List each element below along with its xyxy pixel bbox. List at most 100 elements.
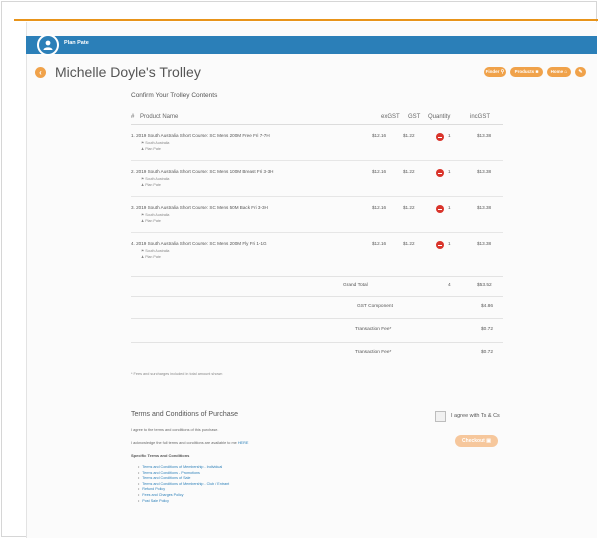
totals-divider — [131, 276, 503, 277]
flag-icon: ⚑ — [141, 177, 145, 181]
grand-total-quantity: 4 — [448, 283, 451, 288]
product-name: 2. 2019 South Australia Short Course: SC… — [131, 169, 274, 174]
row-exgst: $12.16 — [372, 205, 387, 210]
col-header-product: Product Name — [140, 114, 179, 120]
row-gst: $1.22 — [403, 241, 415, 246]
terms-acknowledge-text: I acknowledge the full terms and conditi… — [131, 441, 248, 445]
row-product-name: 2019 South Australia Short Course: SC Me… — [136, 241, 267, 246]
row-exgst: $12.16 — [372, 133, 387, 138]
shopping-bag-icon: ■ — [535, 69, 539, 75]
row-product-name: 2019 South Australia Short Course: SC Me… — [136, 133, 270, 138]
person-icon: ♟ — [141, 255, 145, 259]
row-state-text: South Australia — [145, 249, 170, 253]
row-state-text: South Australia — [145, 213, 170, 217]
person-icon: ♟ — [141, 147, 145, 151]
grand-total-label: Grand Total — [343, 283, 368, 288]
product-name: 1. 2019 South Australia Short Course: SC… — [131, 133, 270, 138]
checkout-button-label: Checkout — [462, 438, 485, 444]
checkout-button[interactable]: Checkout ▣ — [455, 435, 498, 447]
remove-item-button[interactable] — [436, 169, 444, 177]
person-icon: ♟ — [141, 219, 145, 223]
row-person-text: Plan Pate — [145, 147, 161, 151]
row-person-text: Plan Pate — [145, 183, 161, 187]
finder-button-label: Finder — [485, 69, 500, 74]
remove-item-button[interactable] — [436, 205, 444, 213]
row-index: 4. — [131, 241, 135, 246]
row-state: ⚑ South Australia — [141, 213, 169, 217]
col-header-exgst: exGST — [381, 114, 400, 120]
row-exgst: $12.16 — [372, 241, 387, 246]
table-row: 1. 2019 South Australia Short Course: SC… — [131, 133, 503, 168]
grand-total-value: $53.52 — [477, 283, 492, 288]
specific-terms-heading: Specific Terms and Conditions — [131, 453, 190, 458]
col-header-quantity: Quantity — [428, 114, 451, 120]
brand-name: Plan Pate — [64, 40, 89, 46]
row-person: ♟ Plan Pate — [141, 147, 161, 151]
row-state: ⚑ South Australia — [141, 177, 169, 181]
home-button[interactable]: Home ⌂ — [547, 67, 571, 77]
row-index: 1. — [131, 133, 135, 138]
post-sale-policy-link[interactable]: Post Sale Policy — [138, 499, 229, 505]
row-quantity: 1 — [448, 241, 451, 246]
row-index: 2. — [131, 169, 135, 174]
top-accent-line — [14, 19, 598, 21]
row-person: ♟ Plan Pate — [141, 183, 161, 187]
row-person: ♟ Plan Pate — [141, 219, 161, 223]
content-panel — [26, 22, 597, 538]
products-button-label: Products — [514, 69, 535, 74]
table-row: 3. 2019 South Australia Short Course: SC… — [131, 205, 503, 240]
page-title: Michelle Doyle's Trolley — [55, 64, 201, 80]
row-quantity: 1 — [448, 133, 451, 138]
home-button-label: Home — [550, 69, 564, 74]
flag-icon: ⚑ — [141, 141, 145, 145]
totals-divider — [131, 296, 503, 297]
person-icon: ♟ — [141, 183, 145, 187]
row-incgst: $13.38 — [477, 241, 492, 246]
totals-divider — [131, 342, 503, 343]
remove-item-button[interactable] — [436, 241, 444, 249]
finder-button[interactable]: Finder ⚲ — [484, 67, 506, 77]
col-header-incgst: incGST — [470, 114, 491, 120]
row-divider — [131, 196, 503, 197]
row-divider — [131, 160, 503, 161]
tag-button[interactable]: ✎ — [575, 67, 586, 77]
row-quantity: 1 — [448, 169, 451, 174]
transaction-fee-value: $0.72 — [481, 350, 494, 355]
home-icon: ⌂ — [564, 69, 568, 75]
product-name: 4. 2019 South Australia Short Course: SC… — [131, 241, 267, 246]
person-icon — [43, 40, 53, 50]
row-person: ♟ Plan Pate — [141, 255, 161, 259]
terms-here-link[interactable]: HERE — [238, 441, 249, 445]
row-person-text: Plan Pate — [145, 219, 161, 223]
products-button[interactable]: Products ■ — [510, 67, 543, 77]
row-state: ⚑ South Australia — [141, 249, 169, 253]
row-gst: $1.22 — [403, 205, 415, 210]
transaction-fee-label: Transaction Fee* — [355, 327, 392, 332]
cart-icon: ▣ — [486, 438, 491, 444]
remove-item-button[interactable] — [436, 133, 444, 141]
agree-terms-checkbox[interactable] — [435, 411, 446, 422]
row-state-text: South Australia — [145, 141, 170, 145]
user-avatar-logo[interactable] — [37, 34, 59, 56]
totals-divider — [131, 318, 503, 319]
product-name: 3. 2019 South Australia Short Course: SC… — [131, 205, 268, 210]
header-divider — [131, 124, 503, 125]
row-gst: $1.22 — [403, 133, 415, 138]
agree-terms-label[interactable]: I agree with Ts & Cs — [451, 413, 500, 419]
row-divider — [131, 232, 503, 233]
gst-component-label: GST Component — [357, 304, 393, 309]
transaction-fee-label: Transaction Fee* — [355, 350, 392, 355]
row-product-name: 2019 South Australia Short Course: SC Me… — [136, 205, 268, 210]
row-product-name: 2019 South Australia Short Course: SC Me… — [136, 169, 274, 174]
row-exgst: $12.16 — [372, 169, 387, 174]
terms-link[interactable]: Terms and Conditions of Membership - Ind… — [138, 465, 229, 471]
back-button[interactable]: ‹ — [35, 67, 46, 78]
flag-icon: ⚑ — [141, 249, 145, 253]
terms-title: Terms and Conditions of Purchase — [131, 411, 238, 418]
transaction-fee-value: $0.72 — [481, 327, 494, 332]
flag-icon: ⚑ — [141, 213, 145, 217]
col-header-gst: GST — [408, 114, 421, 120]
row-incgst: $13.38 — [477, 133, 492, 138]
row-state: ⚑ South Australia — [141, 141, 169, 145]
tag-icon: ✎ — [578, 69, 583, 75]
